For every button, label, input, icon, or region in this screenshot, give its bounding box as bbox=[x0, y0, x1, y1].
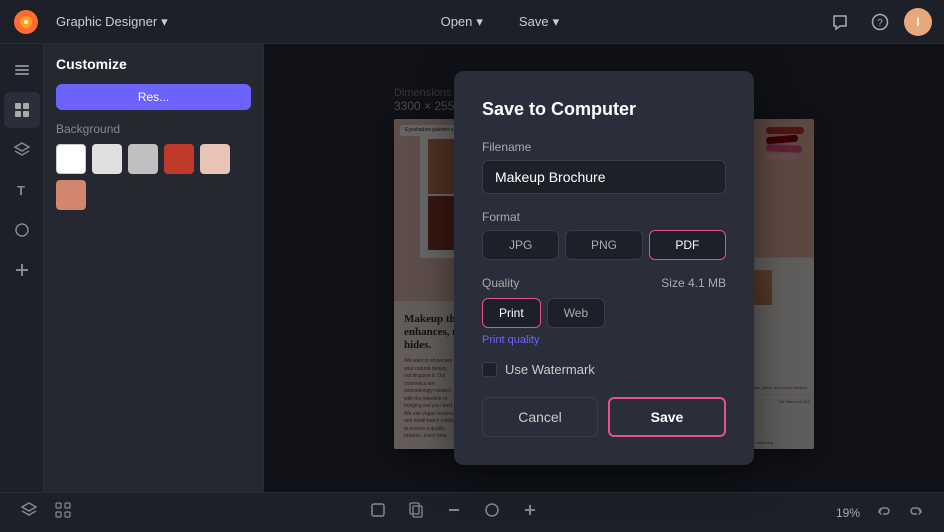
app-logo bbox=[12, 8, 40, 36]
zoom-value: 19% bbox=[832, 506, 864, 520]
avatar[interactable]: I bbox=[904, 8, 932, 36]
app-name-button[interactable]: Graphic Designer ▾ bbox=[48, 10, 176, 34]
cancel-button[interactable]: Cancel bbox=[482, 397, 598, 437]
color-swatch-pink[interactable] bbox=[200, 144, 230, 174]
bottom-center bbox=[365, 497, 543, 528]
save-button[interactable]: Save ▾ bbox=[505, 8, 573, 36]
quality-group: Print Web bbox=[482, 298, 726, 328]
customize-panel: Customize Res... Background bbox=[44, 44, 264, 492]
save-dialog: Save to Computer Filename Format JPG PNG… bbox=[454, 71, 754, 465]
print-quality-link[interactable]: Print quality bbox=[482, 334, 726, 346]
quality-row: Quality Size 4.1 MB bbox=[482, 276, 726, 290]
save-to-computer-button[interactable]: Save bbox=[608, 397, 726, 437]
quality-web-button[interactable]: Web bbox=[547, 298, 605, 328]
bottom-bar: 19% bbox=[0, 492, 944, 532]
resize-icon[interactable] bbox=[365, 497, 391, 528]
pages-icon[interactable] bbox=[403, 497, 429, 528]
watermark-label: Use Watermark bbox=[505, 362, 595, 377]
record-icon[interactable] bbox=[479, 497, 505, 528]
dialog-overlay: Save to Computer Filename Format JPG PNG… bbox=[264, 44, 944, 492]
color-swatch-white[interactable] bbox=[56, 144, 86, 174]
open-button[interactable]: Open ▾ bbox=[427, 8, 497, 36]
color-swatch-gray2[interactable] bbox=[128, 144, 158, 174]
sidebar-item-layers[interactable] bbox=[4, 132, 40, 168]
topbar-center: Open ▾ Save ▾ bbox=[427, 8, 574, 36]
color-swatch-gray1[interactable] bbox=[92, 144, 122, 174]
quality-print-button[interactable]: Print bbox=[482, 298, 541, 328]
format-pdf-button[interactable]: PDF bbox=[649, 230, 726, 260]
format-jpg-button[interactable]: JPG bbox=[482, 230, 559, 260]
dialog-actions: Cancel Save bbox=[482, 397, 726, 437]
panel-tab-resize[interactable]: Res... bbox=[56, 84, 251, 110]
svg-text:T: T bbox=[17, 183, 25, 198]
sidebar-item-text[interactable]: T bbox=[4, 172, 40, 208]
watermark-row: Use Watermark bbox=[482, 362, 726, 377]
format-png-button[interactable]: PNG bbox=[565, 230, 642, 260]
undo-button[interactable] bbox=[872, 501, 896, 525]
color-swatch-rose[interactable] bbox=[56, 180, 86, 210]
watermark-checkbox[interactable] bbox=[482, 362, 497, 377]
app-name-chevron: ▾ bbox=[161, 14, 168, 30]
dialog-title: Save to Computer bbox=[482, 99, 726, 120]
color-grid bbox=[56, 144, 251, 210]
redo-button[interactable] bbox=[904, 501, 928, 525]
bottom-left bbox=[16, 497, 76, 528]
plus-icon[interactable] bbox=[517, 497, 543, 528]
chat-icon-button[interactable] bbox=[824, 6, 856, 38]
main-layout: T Customize Res... Background bbox=[0, 44, 944, 492]
grid-icon[interactable] bbox=[50, 497, 76, 528]
quality-label: Quality bbox=[482, 276, 519, 290]
panel-title: Customize bbox=[56, 56, 251, 72]
sidebar-item-elements[interactable] bbox=[4, 92, 40, 128]
app-name-label: Graphic Designer bbox=[56, 14, 157, 29]
sidebar-item-shapes[interactable] bbox=[4, 212, 40, 248]
panel-tabs: Res... bbox=[56, 84, 251, 110]
bg-section-label: Background bbox=[56, 122, 251, 136]
topbar-right: ? I bbox=[824, 6, 932, 38]
topbar: Graphic Designer ▾ Open ▾ Save ▾ ? I bbox=[0, 0, 944, 44]
svg-text:?: ? bbox=[877, 18, 883, 29]
left-sidebar: T bbox=[0, 44, 44, 492]
filename-input[interactable] bbox=[482, 160, 726, 194]
layers-icon[interactable] bbox=[16, 497, 42, 528]
minus-icon[interactable] bbox=[441, 497, 467, 528]
sidebar-item-menu[interactable] bbox=[4, 52, 40, 88]
color-swatch-red[interactable] bbox=[164, 144, 194, 174]
topbar-left: Graphic Designer ▾ bbox=[12, 8, 176, 36]
format-label: Format bbox=[482, 210, 726, 224]
canvas-area: Dimensions 3300 × 2550 bbox=[264, 44, 944, 492]
format-group: JPG PNG PDF bbox=[482, 230, 726, 260]
filename-label: Filename bbox=[482, 140, 726, 154]
sidebar-item-add[interactable] bbox=[4, 252, 40, 288]
bottom-right: 19% bbox=[832, 501, 928, 525]
help-icon-button[interactable]: ? bbox=[864, 6, 896, 38]
size-label: Size 4.1 MB bbox=[661, 276, 726, 290]
